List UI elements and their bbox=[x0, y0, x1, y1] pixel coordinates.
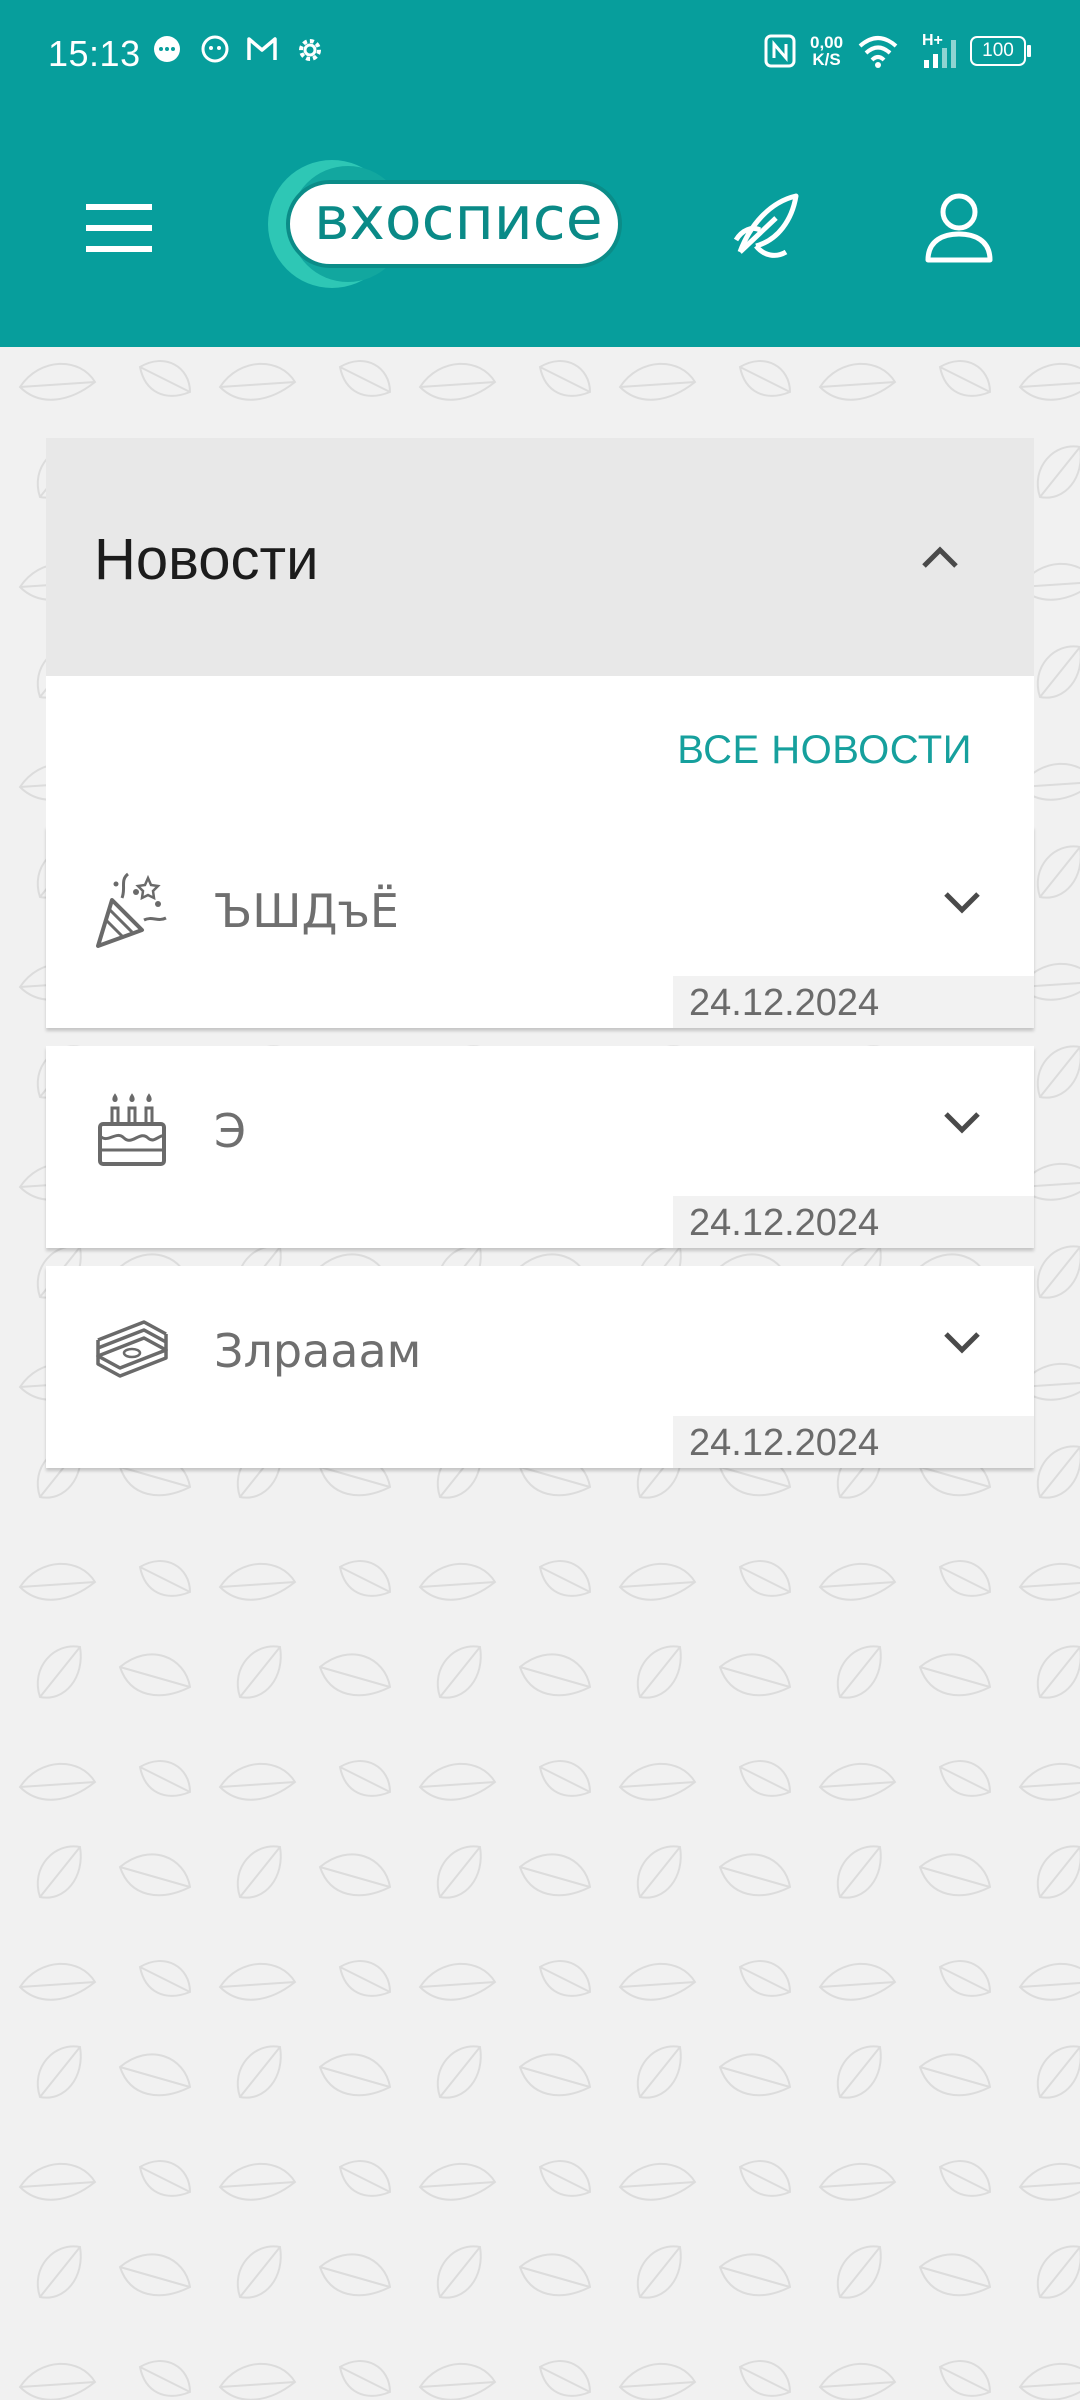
app-logo[interactable]: вхосписе bbox=[264, 156, 624, 292]
news-section-title: Новости bbox=[94, 527, 319, 592]
app-top-bar: 15:13 0,00 K/S H+ 100 вхосписе bbox=[0, 0, 1080, 347]
money-stack-icon bbox=[96, 1320, 168, 1378]
menu-icon[interactable] bbox=[84, 200, 154, 256]
battery-icon: 100 bbox=[970, 36, 1026, 66]
leaf-feather-icon[interactable] bbox=[730, 190, 806, 266]
party-popper-icon bbox=[96, 872, 167, 948]
news-item[interactable]: ЪШДъЁ 24.12.2024 bbox=[46, 826, 1034, 1028]
news-date-box: 24.12.2024 bbox=[673, 976, 1034, 1028]
signal-strength-icon bbox=[924, 40, 956, 68]
settings-notification-icon bbox=[299, 39, 321, 61]
news-item-date: 24.12.2024 bbox=[689, 982, 880, 1024]
chevron-down-icon[interactable] bbox=[942, 1110, 982, 1136]
chevron-up-icon[interactable] bbox=[920, 544, 960, 570]
battery-level: 100 bbox=[982, 40, 1014, 61]
news-item-date: 24.12.2024 bbox=[689, 1422, 880, 1464]
news-card: Новости ВСЕ НОВОСТИ ЪШДъЁ 24.12.2024 Э 2… bbox=[46, 438, 1034, 1486]
app-face-notification-icon bbox=[201, 35, 229, 63]
app-header: вхосписе bbox=[0, 108, 1080, 347]
news-date-box: 24.12.2024 bbox=[673, 1196, 1034, 1248]
news-item-title: Злрааам bbox=[214, 1324, 422, 1378]
all-news-row: ВСЕ НОВОСТИ bbox=[46, 676, 1034, 826]
chevron-down-icon[interactable] bbox=[942, 890, 982, 916]
status-time: 15:13 bbox=[48, 33, 141, 74]
user-profile-icon[interactable] bbox=[924, 192, 994, 264]
news-date-box: 24.12.2024 bbox=[673, 1416, 1034, 1468]
battery-tip bbox=[1027, 45, 1031, 57]
news-item[interactable]: Злрааам 24.12.2024 bbox=[46, 1266, 1034, 1468]
logo-text: вхосписе bbox=[314, 184, 603, 254]
news-card-header[interactable]: Новости bbox=[46, 438, 1034, 676]
wifi-icon bbox=[858, 36, 898, 68]
birthday-cake-icon bbox=[98, 1093, 166, 1166]
message-notification-icon bbox=[154, 36, 180, 62]
status-bar: 15:13 0,00 K/S H+ 100 bbox=[0, 0, 1080, 108]
all-news-button[interactable]: ВСЕ НОВОСТИ bbox=[677, 728, 972, 773]
gmail-notification-icon bbox=[247, 37, 277, 60]
network-speed: 0,00 K/S bbox=[810, 33, 844, 69]
news-item[interactable]: Э 24.12.2024 bbox=[46, 1046, 1034, 1248]
chevron-down-icon[interactable] bbox=[942, 1330, 982, 1356]
news-item-date: 24.12.2024 bbox=[689, 1202, 880, 1244]
news-item-title: ЪШДъЁ bbox=[214, 884, 399, 938]
nfc-icon bbox=[764, 34, 796, 68]
news-item-title: Э bbox=[214, 1104, 247, 1158]
